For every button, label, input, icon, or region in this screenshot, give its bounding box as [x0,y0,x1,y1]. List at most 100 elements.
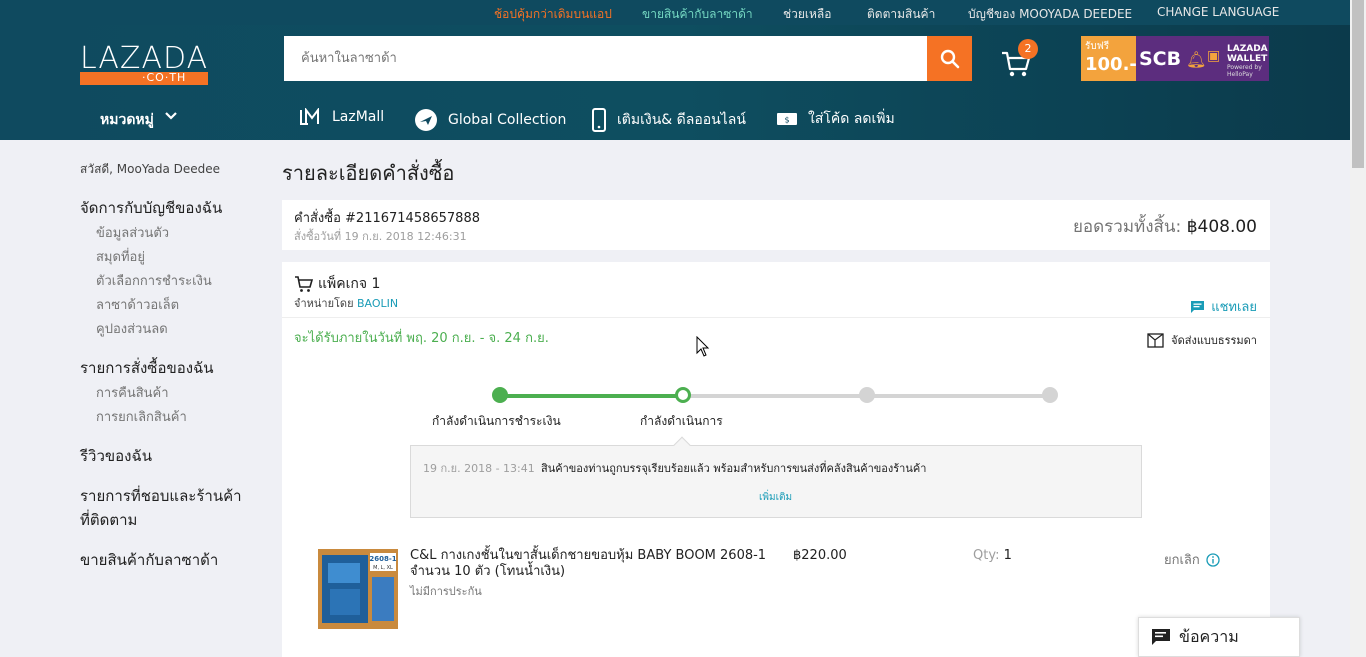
cancel-label: ยกเลิก [1164,553,1200,568]
airplane-icon [414,108,438,132]
search-bar [284,36,972,81]
nav-item-topup-label: เติมเงิน& ดีลออนไลน์ [617,112,746,128]
svg-text:$: $ [784,116,789,125]
search-icon [940,49,959,68]
mouse-cursor-icon [696,336,710,357]
sidebar-item-address-book[interactable]: สมุดที่อยู่ [96,246,145,267]
shipping-method-label: จัดส่งแบบธรรมดา [1171,334,1257,347]
topbar-link-language[interactable]: CHANGE LANGUAGE [1157,5,1279,19]
status-text: สินค้าของท่านถูกบรรจุเรียบร้อยแล้ว พร้อม… [541,462,927,475]
voucher-icon: $ [776,111,798,127]
cancel-item-button[interactable]: ยกเลิก [1164,549,1220,570]
package-card: แพ็คเกจ 1 จำหน่ายโดย BAOLIN แชทเลย จะได้… [282,262,1270,657]
logo-sub-text: ·CO·TH [142,71,187,84]
progress-complete [500,394,684,398]
chat-now-button[interactable]: แชทเลย [1190,296,1257,317]
page-scrollbar[interactable] [1350,0,1366,657]
order-total-value: ฿408.00 [1186,217,1257,237]
order-number: คำสั่งซื้อ #211671458657888 [294,211,480,226]
shipping-method: จัดส่งแบบธรรมดา [1146,331,1257,349]
nav-item-topup[interactable]: เติมเงิน& ดีลออนไลน์ [591,108,746,132]
seller-line: จำหน่ายโดย BAOLIN [294,294,398,312]
sidebar-item-cancellations[interactable]: การยกเลิกสินค้า [96,406,187,427]
search-button[interactable] [927,36,972,81]
quantity-value: 1 [1003,548,1012,563]
product-quantity: Qty: 1 [973,548,1012,563]
nav-item-lazmall-label: LazMall [332,109,385,125]
topbar-link-account[interactable]: บัญชีของ MOOYADA DEEDEE [968,5,1132,24]
sidebar-item-profile[interactable]: ข้อมูลส่วนตัว [96,222,169,243]
search-input[interactable] [284,36,927,81]
progress-step-2-label: กำลังดำเนินการ [640,414,723,428]
message-widget-label: ข้อความ [1179,626,1239,646]
status-update-box: 19 ก.ย. 2018 - 13:41 สินค้าของท่านถูกบรร… [410,436,1142,518]
wallet-logo: ▣ LAZADA WALLET Powered by HelloPay [1207,42,1268,78]
mobile-phone-icon [591,108,607,132]
status-more-link[interactable]: เพิ่มเติม [759,490,792,505]
nav-item-global[interactable]: Global Collection [414,108,566,132]
cart-outline-icon [295,276,314,292]
promo-powered-text: Powered by HelloPay [1227,64,1262,78]
order-total-label: ยอดรวมทั้งสิ้น: [1072,217,1182,237]
sidebar-section-reviews[interactable]: รีวิวของฉัน [80,444,152,468]
chat-now-label: แชทเลย [1211,300,1257,315]
progress-step-2-dot [675,387,692,403]
top-bar: ช้อปคุ้มกว่าเดิมบนแอป ขายสินค้ากับลาซาด้… [0,0,1350,25]
nav-item-lazmall[interactable]: LazMall [300,108,384,126]
chevron-down-icon[interactable] [164,111,178,121]
category-menu-label[interactable]: หมวดหมู่ [100,109,154,131]
topbar-link-help[interactable]: ช่วยเหลือ [783,5,832,24]
bell-icon: 🔔︎ [1186,50,1207,69]
nav-item-global-label: Global Collection [448,112,567,128]
promo-wallet-text: LAZADA WALLET [1227,44,1268,64]
sidebar-item-returns[interactable]: การคืนสินค้า [96,382,169,403]
sidebar-item-payment-options[interactable]: ตัวเลือกการชำระเงิน [96,270,212,291]
sidebar-section-sell[interactable]: ขายสินค้ากับลาซาด้า [80,548,218,572]
sidebar-section-wishlist[interactable]: รายการที่ชอบและร้านค้าที่ติดตาม [80,484,250,532]
package-header: แพ็คเกจ 1 [294,273,380,295]
seller-link[interactable]: BAOLIN [357,297,398,310]
scrollbar-thumb[interactable] [1352,0,1364,168]
progress-step-1-label: กำลังดำเนินการชำระเงิน [432,414,561,428]
greeting: สวัสดี, MooYada Deedee [80,162,221,176]
sidebar-section-account[interactable]: จัดการกับบัญชีของฉัน [80,196,222,220]
order-date: สั่งซื้อวันที่ 19 ก.ย. 2018 12:46:31 [294,230,467,243]
lazada-logo[interactable]: LAZADA ·CO·TH [80,41,208,85]
divider [282,317,1270,318]
wallet-icon: ▣ [1207,48,1221,64]
progress-step-4-dot [1042,387,1058,403]
info-icon[interactable] [1206,552,1220,567]
topbar-link-track[interactable]: ติดตามสินค้า [867,5,935,24]
message-widget[interactable]: ข้อความ [1138,617,1300,657]
topbar-link-app[interactable]: ช้อปคุ้มกว่าเดิมบนแอป [494,5,612,24]
topbar-link-sell[interactable]: ขายสินค้ากับลาซาด้า [642,5,753,24]
promo-bank: SCB [1139,48,1182,70]
quantity-label: Qty: [973,548,1000,563]
nav-item-voucher[interactable]: $ ใส่โค้ด ลดเพิ่ม [776,108,895,130]
sidebar-item-vouchers[interactable]: คูปองส่วนลด [96,318,168,339]
sidebar-section-orders[interactable]: รายการสั่งซื้อของฉัน [80,356,214,380]
cart-button[interactable]: 2 [1000,39,1038,79]
order-item: 2608-1 M, L, XL C&L กางเกงชั้นในขาสั้นเด… [282,544,1270,634]
delivery-estimate: จะได้รับภายในวันที่ พฤ. 20 ก.ย. - จ. 24 … [294,331,549,346]
promo-line2: 100.- [1085,54,1137,75]
sidebar-item-wallet[interactable]: ลาซาด้าวอเล็ต [96,294,179,315]
logo-sub-bar: ·CO·TH [80,71,208,85]
nav-item-voucher-label: ใส่โค้ด ลดเพิ่ม [808,111,895,127]
cart-count-badge: 2 [1018,39,1038,59]
thumbnail-sizes: M, L, XL [373,565,393,571]
progress-step-1-dot [492,387,508,403]
promo-banner[interactable]: รับฟรี 100.- SCB 🔔︎ ▣ LAZADA WALLET Powe… [1081,36,1269,81]
seller-prefix: จำหน่ายโดย [294,297,354,310]
page-title: รายละเอียดคำสั่งซื้อ [282,161,455,185]
chat-icon [1191,300,1205,313]
product-warranty: ไม่มีการประกัน [410,585,482,598]
product-thumbnail[interactable]: 2608-1 M, L, XL [318,549,398,629]
progress-step-3-dot [858,387,875,403]
order-progress-tracker [492,387,1058,403]
lazmall-icon [300,108,322,126]
product-price: ฿220.00 [793,548,847,563]
product-name[interactable]: C&L กางเกงชั้นในขาสั้นเด็กชายขอบหุ้ม BAB… [410,548,770,580]
promo-line1: รับฟรี [1085,41,1110,52]
header: LAZADA ·CO·TH 2 รับฟรี 100.- SCB 🔔︎ ▣ LA… [0,25,1350,140]
